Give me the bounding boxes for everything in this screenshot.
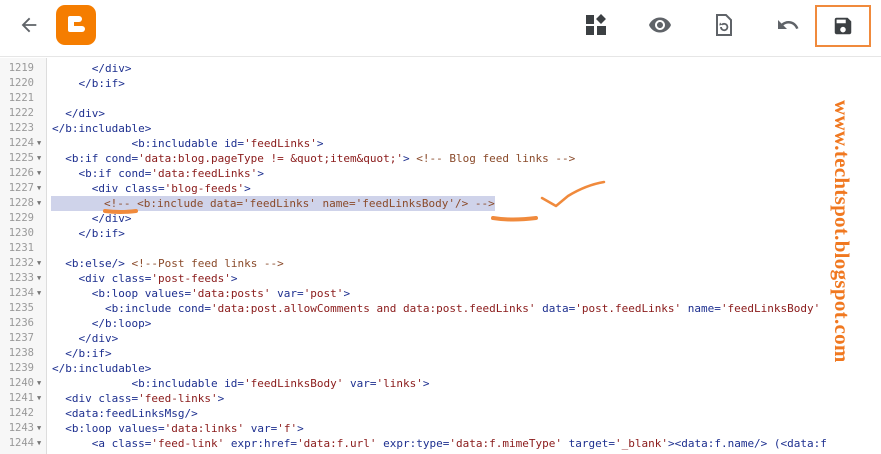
watermark: www.techtspot.blogspot.com [830,100,854,363]
code-text: </div> [52,107,105,120]
line-number: 1239 [8,362,34,374]
code-text: </b:if> [52,347,112,360]
fold-toggle-icon[interactable]: ▼ [37,256,41,271]
line-number: 1240 [8,377,34,389]
editor-toolbar [0,0,881,57]
fold-toggle-icon[interactable]: ▼ [37,196,41,211]
line-number: 1221 [8,92,34,104]
code-line[interactable]: 1244 ▼ <a class='feed-link' expr:href='da… [0,436,881,451]
code-text: <b:include cond='data:post.allowComments… [52,302,821,315]
line-number: 1231 [8,242,34,254]
line-number: 1235 [8,302,34,314]
code-text: <a class='feed-link' expr:href='data:f.u… [52,437,827,450]
line-number: 1234 [8,287,34,299]
line-number: 1236 [8,317,34,329]
back-arrow-icon[interactable] [14,10,44,40]
revert-icon[interactable] [710,10,738,40]
line-number: 1232 [8,257,34,269]
save-button[interactable] [815,5,871,47]
code-text: </b:loop> [52,317,152,330]
line-number: 1241 [8,392,34,404]
fold-toggle-icon[interactable]: ▼ [37,166,41,181]
fold-toggle-icon[interactable]: ▼ [37,391,41,406]
code-text: <b:if cond='data:feedLinks'> [52,167,264,180]
code-editor[interactable]: 1219 </div> 1220 </b:if> 1221 1222 </div> 12… [0,58,881,454]
code-line[interactable]: 1234 ▼ <b:loop values='data:posts' var='p… [0,286,881,301]
line-number: 1225 [8,152,34,164]
code-text: </b:includable> [52,122,152,135]
fold-toggle-icon[interactable]: ▼ [37,286,41,301]
code-text: </div> [52,332,119,345]
line-number: 1220 [8,77,34,89]
preview-eye-icon[interactable] [645,10,675,40]
code-line[interactable]: 1237 </div> [0,331,881,346]
code-line[interactable]: 1224 ▼ <b:includable id='feedLinks'> [0,136,881,151]
code-text: <b:includable id='feedLinksBody' var='li… [52,377,430,390]
code-text: <div class='feed-links'> [52,392,225,405]
undo-icon[interactable] [773,10,803,40]
line-number: 1222 [8,107,34,119]
code-line[interactable]: 1219 </div> [0,61,881,76]
code-line[interactable]: 1232 ▼ <b:else/> <!--Post feed links --> [0,256,881,271]
fold-toggle-icon[interactable]: ▼ [37,136,41,151]
code-text: <data:feedLinksMsg/> [52,407,198,420]
code-text: <div class='post-feeds'> [52,272,238,285]
code-line[interactable]: 1221 [0,91,881,106]
line-number: 1228 [8,197,34,209]
code-line[interactable]: 1225 ▼ <b:if cond='data:blog.pageType != … [0,151,881,166]
code-line[interactable]: 1236 </b:loop> [0,316,881,331]
fold-toggle-icon[interactable]: ▼ [37,436,41,451]
blogger-logo[interactable] [56,5,96,45]
line-number: 1223 [8,122,34,134]
code-text: <b:if cond='data:blog.pageType != &quot;… [52,152,576,165]
code-line[interactable]: 1223 </b:includable> [0,121,881,136]
code-line[interactable]: 1231 [0,241,881,256]
code-line[interactable]: 1239 </b:includable> [0,361,881,376]
code-text: <!-- <b:include data='feedLinks' name='f… [51,196,495,211]
line-number: 1243 [8,422,34,434]
code-text: <b:else/> <!--Post feed links --> [52,257,284,270]
code-line[interactable]: 1241 ▼ <div class='feed-links'> [0,391,881,406]
code-text: </div> [52,212,132,225]
code-line[interactable]: 1222 </div> [0,106,881,121]
code-text: <b:loop values='data:posts' var='post'> [52,287,351,300]
fold-toggle-icon[interactable]: ▼ [37,181,41,196]
line-number: 1233 [8,272,34,284]
code-line[interactable]: 1243 ▼ <b:loop values='data:links' var='f… [0,421,881,436]
line-number: 1224 [8,137,34,149]
code-line[interactable]: 1242 <data:feedLinksMsg/> [0,406,881,421]
line-number: 1237 [8,332,34,344]
fold-toggle-icon[interactable]: ▼ [37,421,41,436]
line-number: 1242 [8,407,34,419]
fold-toggle-icon[interactable]: ▼ [37,151,41,166]
code-line[interactable]: 1235 <b:include cond='data:post.allowCom… [0,301,881,316]
save-icon [834,17,852,35]
fold-toggle-icon[interactable]: ▼ [37,271,41,286]
line-number: 1238 [8,347,34,359]
code-text: </b:if> [52,77,125,90]
code-line[interactable]: 1227 ▼ <div class='blog-feeds'> [0,181,881,196]
code-line[interactable]: 1226 ▼ <b:if cond='data:feedLinks'> [0,166,881,181]
code-line[interactable]: 1228 ▼ <!-- <b:include data='feedLinks' n… [0,196,881,211]
line-number: 1226 [8,167,34,179]
code-text: <b:loop values='data:links' var='f'> [52,422,304,435]
code-text: <div class='blog-feeds'> [52,182,251,195]
code-line[interactable]: 1240 ▼ <b:includable id='feedLinksBody' v… [0,376,881,391]
code-text: </b:includable> [52,362,152,375]
code-line[interactable]: 1233 ▼ <div class='post-feeds'> [0,271,881,286]
code-text: </b:if> [52,227,125,240]
line-number: 1230 [8,227,34,239]
code-line[interactable]: 1229 </div> [0,211,881,226]
code-line[interactable]: 1230 </b:if> [0,226,881,241]
code-text: </div> [52,62,132,75]
layout-icon[interactable] [583,12,609,38]
fold-toggle-icon[interactable]: ▼ [37,376,41,391]
line-number: 1244 [8,437,34,449]
code-line[interactable]: 1238 </b:if> [0,346,881,361]
line-number: 1227 [8,182,34,194]
line-number: 1229 [8,212,34,224]
code-text: <b:includable id='feedLinks'> [52,137,324,150]
line-number: 1219 [8,62,34,74]
code-line[interactable]: 1220 </b:if> [0,76,881,91]
